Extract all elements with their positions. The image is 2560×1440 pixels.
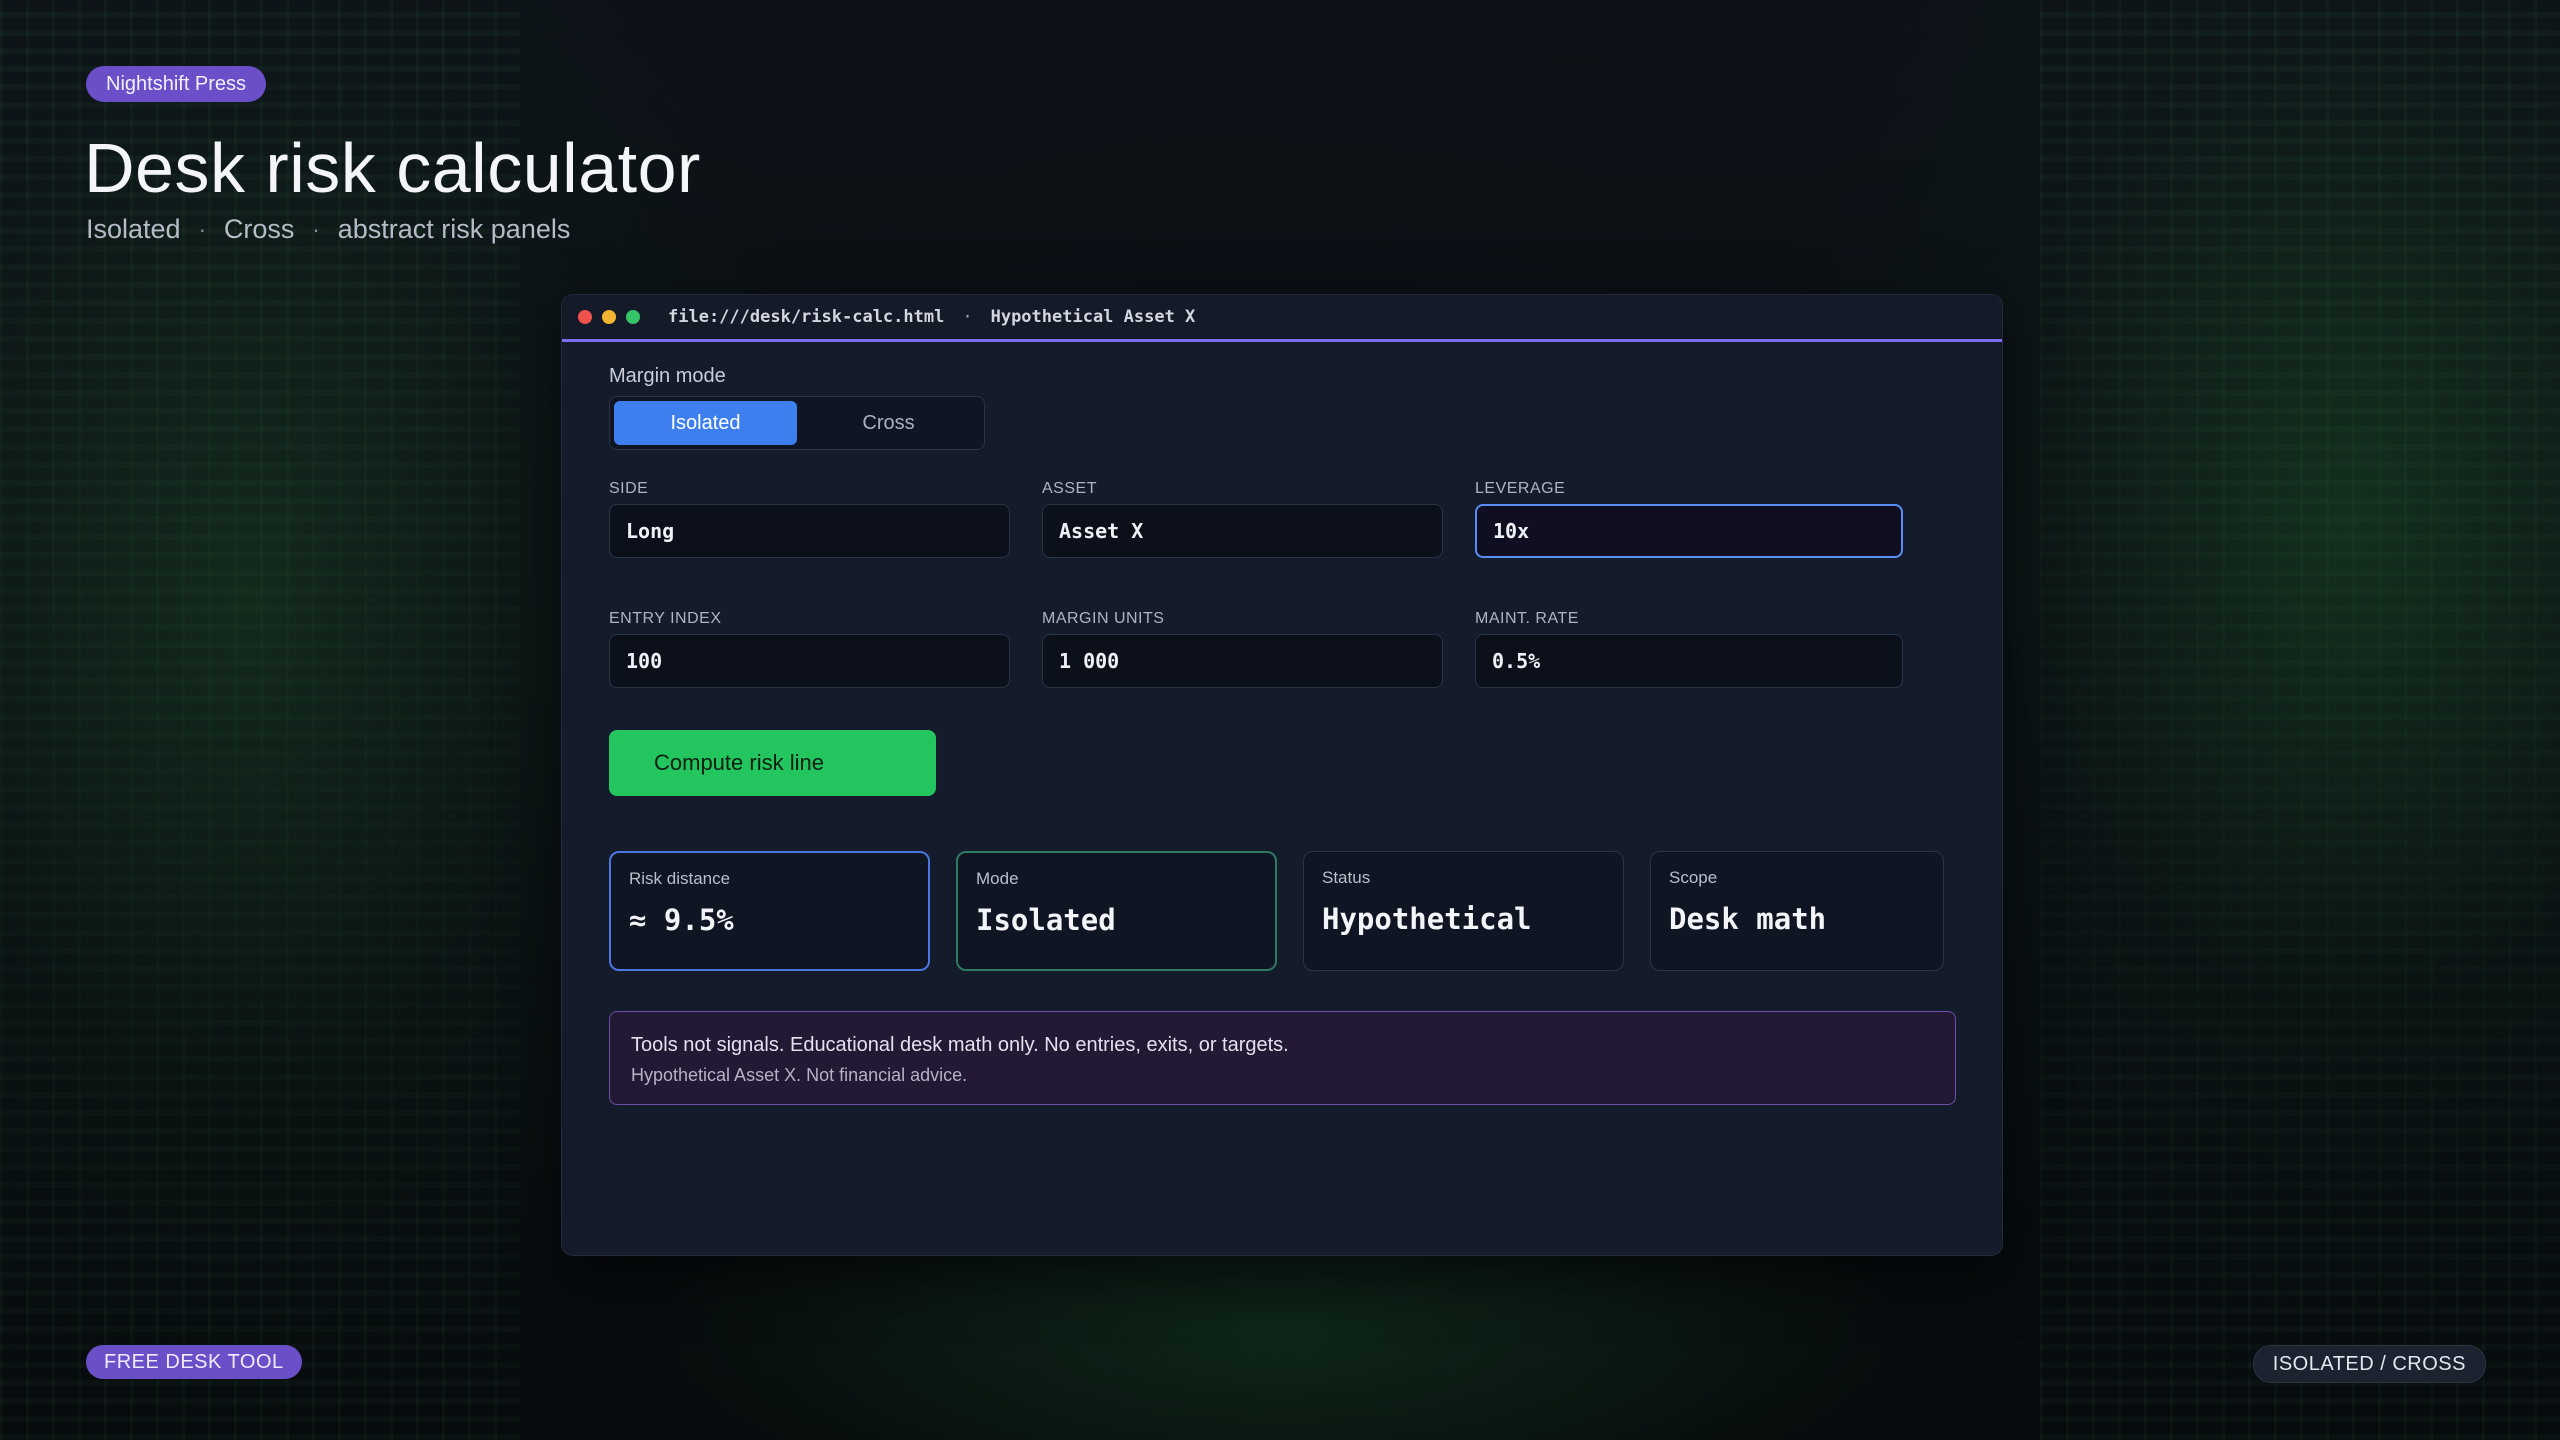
card-value: Hypothetical — [1322, 902, 1532, 936]
leverage-label: LEVERAGE — [1475, 480, 1566, 497]
subtitle-separator: · — [312, 216, 320, 242]
window-url: file:///desk/risk-calc.html — [668, 307, 945, 327]
subtitle-item-isolated: Isolated — [86, 214, 181, 244]
calculator-content: Margin mode Isolated Cross SIDE Long ASS… — [609, 365, 1959, 1105]
subtitle-separator: · — [198, 216, 206, 242]
margin-units-field: MARGIN UNITS 1 000 — [1042, 610, 1443, 688]
card-label: Scope — [1669, 868, 1718, 887]
mode-card: Mode Isolated — [956, 851, 1277, 971]
compute-risk-button[interactable]: Compute risk line — [609, 730, 936, 796]
maint-rate-label: MAINT. RATE — [1475, 610, 1579, 627]
close-window-icon[interactable] — [578, 310, 592, 324]
margin-mode-label: Margin mode — [609, 365, 726, 387]
maximize-window-icon[interactable] — [626, 310, 640, 324]
margin-mode-cross-button[interactable]: Cross — [797, 401, 980, 445]
leverage-input[interactable]: 10x — [1475, 504, 1903, 558]
maint-rate-field: MAINT. RATE 0.5% — [1475, 610, 1903, 688]
window-titlebar: file:///desk/risk-calc.html · Hypothetic… — [562, 295, 2002, 342]
free-desk-tool-badge: FREE DESK TOOL — [86, 1345, 302, 1379]
input-grid: SIDE Long ASSET Asset X LEVERAGE 10x ENT… — [609, 480, 1959, 688]
calculator-window: file:///desk/risk-calc.html · Hypothetic… — [561, 294, 2003, 1256]
asset-label: ASSET — [1042, 480, 1097, 497]
entry-index-input[interactable]: 100 — [609, 634, 1010, 688]
titlebar-separator: · — [962, 307, 973, 327]
margin-units-label: MARGIN UNITS — [1042, 610, 1165, 627]
subtitle-item-panels: abstract risk panels — [337, 214, 571, 244]
card-value: Isolated — [976, 903, 1116, 937]
asset-field: ASSET Asset X — [1042, 480, 1443, 558]
card-value: ≈ 9.5% — [629, 903, 734, 937]
subtitle-item-cross: Cross — [223, 214, 295, 244]
side-input[interactable]: Long — [609, 504, 1010, 558]
page-title: Desk risk calculator — [84, 129, 701, 207]
card-label: Mode — [976, 869, 1019, 888]
margin-mode-toggle: Isolated Cross — [609, 396, 985, 450]
disclaimer-notice: Tools not signals. Educational desk math… — [609, 1011, 1956, 1105]
page-subtitle: Isolated · Cross · abstract risk panels — [86, 214, 570, 245]
window-asset-title: Hypothetical Asset X — [990, 307, 1196, 327]
scope-card: Scope Desk math — [1650, 851, 1944, 971]
status-card: Status Hypothetical — [1303, 851, 1624, 971]
entry-index-label: ENTRY INDEX — [609, 610, 722, 627]
card-label: Status — [1322, 868, 1371, 887]
brand-badge: Nightshift Press — [86, 66, 267, 102]
entry-index-field: ENTRY INDEX 100 — [609, 610, 1010, 688]
side-label: SIDE — [609, 480, 649, 497]
card-value: Desk math — [1669, 902, 1827, 936]
page-background: Nightshift Press Desk risk calculator Is… — [0, 0, 2560, 1440]
risk-distance-card: Risk distance ≈ 9.5% — [609, 851, 930, 971]
maint-rate-input[interactable]: 0.5% — [1475, 634, 1903, 688]
margin-mode-isolated-button[interactable]: Isolated — [614, 401, 797, 445]
isolated-cross-badge: ISOLATED / CROSS — [2252, 1345, 2486, 1383]
side-field: SIDE Long — [609, 480, 1010, 558]
result-cards: Risk distance ≈ 9.5% Mode Isolated Statu… — [609, 851, 1959, 971]
leverage-field: LEVERAGE 10x — [1475, 480, 1903, 558]
disclaimer-line-1: Tools not signals. Educational desk math… — [631, 1034, 1289, 1056]
minimize-window-icon[interactable] — [602, 310, 616, 324]
margin-units-input[interactable]: 1 000 — [1042, 634, 1443, 688]
card-label: Risk distance — [629, 869, 731, 888]
disclaimer-line-2: Hypothetical Asset X. Not financial advi… — [631, 1065, 968, 1085]
asset-input[interactable]: Asset X — [1042, 504, 1443, 558]
